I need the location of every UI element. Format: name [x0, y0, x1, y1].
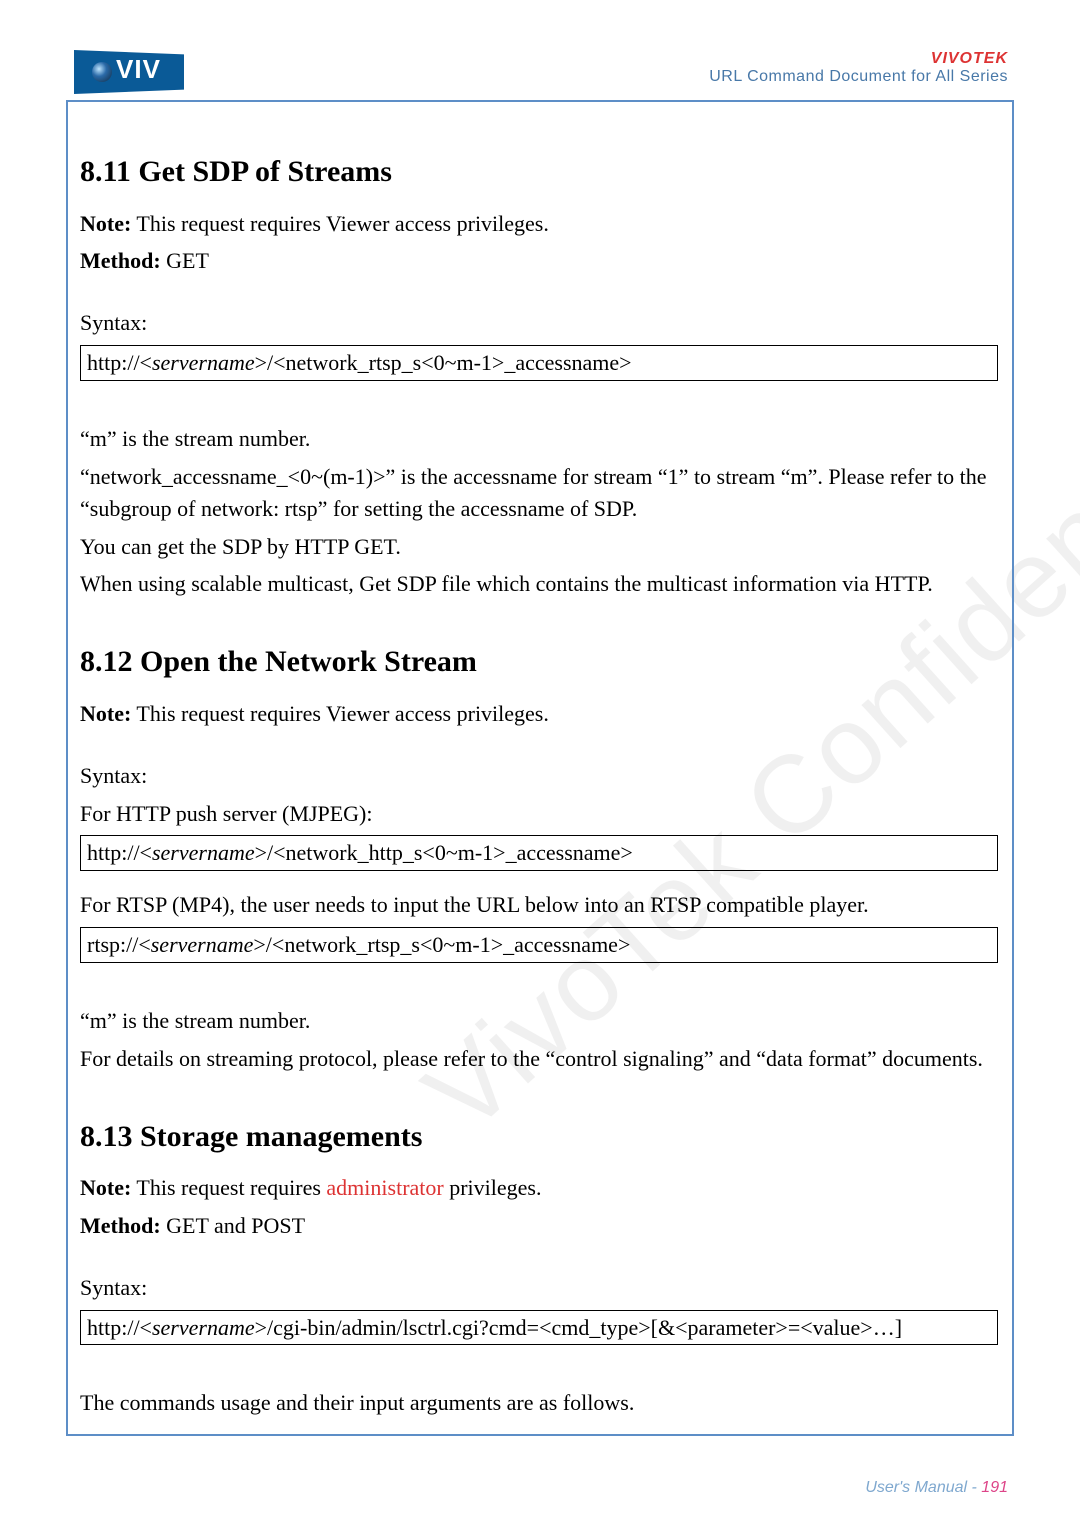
syntax-label-811: Syntax: [80, 307, 1000, 339]
p811-2: “network_accessname_<0~(m-1)>” is the ac… [80, 461, 1000, 525]
note-text-post: privileges. [444, 1175, 542, 1200]
p813-1: The commands usage and their input argum… [80, 1387, 1000, 1419]
heading-8-13: 8.13 Storage managements [80, 1115, 1000, 1159]
syntax-servername: servername [152, 1315, 255, 1340]
syntax-post: >/<network_http_s<0~m-1>_accessname> [255, 840, 633, 865]
p812-2: For details on streaming protocol, pleas… [80, 1043, 1000, 1075]
content-body: 8.11 Get SDP of Streams Note: This reque… [80, 120, 1000, 1425]
logo-text: VIV [116, 54, 161, 85]
footer-label: User's Manual - [865, 1479, 981, 1496]
p811-3: You can get the SDP by HTTP GET. [80, 531, 1000, 563]
p811-1: “m” is the stream number. [80, 423, 1000, 455]
note-line-813: Note: This request requires administrato… [80, 1172, 1000, 1204]
method-line-813: Method: GET and POST [80, 1210, 1000, 1242]
syntax-box-813: http://<servername>/cgi-bin/admin/lsctrl… [80, 1310, 998, 1346]
syntax-servername: servername [152, 840, 255, 865]
note-text: This request requires Viewer access priv… [131, 211, 549, 236]
syntax-pre: http://< [87, 1315, 152, 1340]
header-brand: VIVOTEK [709, 50, 1008, 68]
header-text-block: VIVOTEK URL Command Document for All Ser… [709, 50, 1008, 86]
p812-rtsp: For RTSP (MP4), the user needs to input … [80, 889, 1000, 921]
syntax-label-813: Syntax: [80, 1272, 1000, 1304]
heading-8-11: 8.11 Get SDP of Streams [80, 150, 1000, 194]
method-label: Method: [80, 1213, 161, 1238]
page-footer: User's Manual - 191 [865, 1479, 1008, 1497]
method-text: GET and POST [161, 1213, 305, 1238]
note-label: Note: [80, 1175, 131, 1200]
method-label: Method: [80, 248, 161, 273]
syntax-label-812: Syntax: [80, 760, 1000, 792]
method-line-811: Method: GET [80, 245, 1000, 277]
method-text: GET [161, 248, 209, 273]
syntax-pre: rtsp://< [87, 932, 151, 957]
header-subtitle: URL Command Document for All Series [709, 68, 1008, 86]
syntax-post: >/cgi-bin/admin/lsctrl.cgi?cmd=<cmd_type… [255, 1315, 902, 1340]
logo-lens-icon [92, 62, 112, 82]
page: VivoTek Confidential VIV VIVOTEK URL Com… [0, 0, 1080, 1527]
p811-4: When using scalable multicast, Get SDP f… [80, 568, 1000, 600]
footer-page-number: 191 [981, 1479, 1008, 1496]
syntax-pre: http://< [87, 840, 152, 865]
note-line-811: Note: This request requires Viewer acces… [80, 208, 1000, 240]
note-line-812: Note: This request requires Viewer acces… [80, 698, 1000, 730]
note-label: Note: [80, 211, 131, 236]
syntax-servername: servername [152, 350, 255, 375]
p812-http: For HTTP push server (MJPEG): [80, 798, 1000, 830]
p812-1: “m” is the stream number. [80, 1005, 1000, 1037]
note-text-pre: This request requires [131, 1175, 326, 1200]
note-label: Note: [80, 701, 131, 726]
administrator-word: administrator [326, 1175, 443, 1200]
brand-logo: VIV [74, 50, 184, 94]
syntax-pre: http://< [87, 350, 152, 375]
syntax-box-811: http://<servername>/<network_rtsp_s<0~m-… [80, 345, 998, 381]
syntax-box-812-http: http://<servername>/<network_http_s<0~m-… [80, 835, 998, 871]
syntax-box-812-rtsp: rtsp://<servername>/<network_rtsp_s<0~m-… [80, 927, 998, 963]
syntax-servername: servername [151, 932, 254, 957]
syntax-post: >/<network_rtsp_s<0~m-1>_accessname> [255, 350, 632, 375]
heading-8-12: 8.12 Open the Network Stream [80, 640, 1000, 684]
note-text: This request requires Viewer access priv… [131, 701, 549, 726]
syntax-post: >/<network_rtsp_s<0~m-1>_accessname> [253, 932, 630, 957]
page-header: VIV VIVOTEK URL Command Document for All… [0, 48, 1080, 96]
